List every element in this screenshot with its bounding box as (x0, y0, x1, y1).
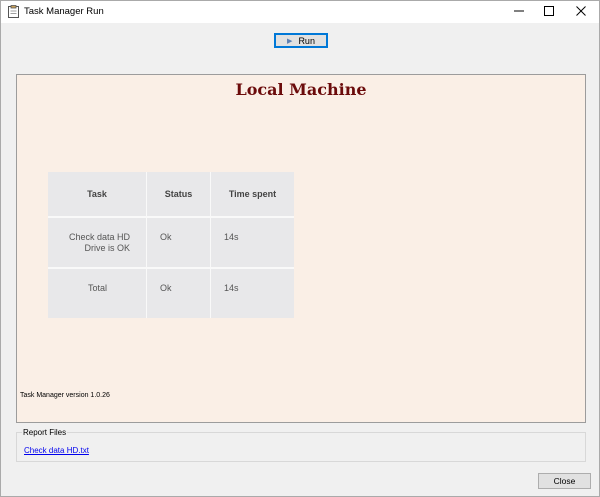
task-cell: Check data HD Drive is OK (48, 218, 146, 267)
page-title: Local Machine (235, 80, 367, 99)
report-file-link[interactable]: Check data HD.txt (24, 446, 89, 455)
maximize-icon (544, 6, 554, 18)
table-row: Check data HD Drive is OK Ok 14s (48, 216, 294, 267)
run-button[interactable]: ▶ Run (274, 33, 328, 48)
results-panel: Local Machine Task Status Time spent Che… (16, 74, 586, 423)
column-header-status: Status (146, 172, 210, 216)
app-window: Task Manager Run ▶ Run Local Machine Tas… (0, 0, 600, 497)
close-icon (576, 6, 586, 18)
maximize-button[interactable] (534, 1, 564, 23)
window-title: Task Manager Run (24, 6, 104, 17)
close-button[interactable]: Close (538, 473, 591, 489)
status-cell: Ok (146, 269, 210, 318)
status-cell: Ok (146, 218, 210, 267)
time-spent-cell: 14s (210, 218, 294, 267)
table-row-total: Total Ok 14s (48, 267, 294, 318)
task-cell: Total (87, 283, 107, 293)
task-table: Task Status Time spent Check data HD Dri… (48, 172, 294, 318)
report-files-group: Report Files Check data HD.txt (16, 428, 586, 462)
minimize-button[interactable] (504, 1, 534, 23)
run-button-label: Run (298, 35, 315, 46)
clipboard-icon (8, 5, 19, 18)
report-files-legend: Report Files (22, 428, 68, 437)
task-name-line2: Drive is OK (84, 243, 130, 253)
play-icon: ▶ (287, 37, 293, 45)
minimize-icon (514, 6, 524, 18)
table-header-row: Task Status Time spent (48, 172, 294, 216)
column-header-task: Task (87, 189, 107, 199)
time-spent-cell: 14s (210, 269, 294, 318)
close-window-button[interactable] (566, 1, 596, 23)
column-header-time-spent: Time spent (210, 172, 294, 216)
title-bar[interactable]: Task Manager Run (1, 1, 599, 23)
task-name-line1: Check data HD (68, 232, 130, 242)
version-label: Task Manager version 1.0.26 (20, 392, 110, 399)
